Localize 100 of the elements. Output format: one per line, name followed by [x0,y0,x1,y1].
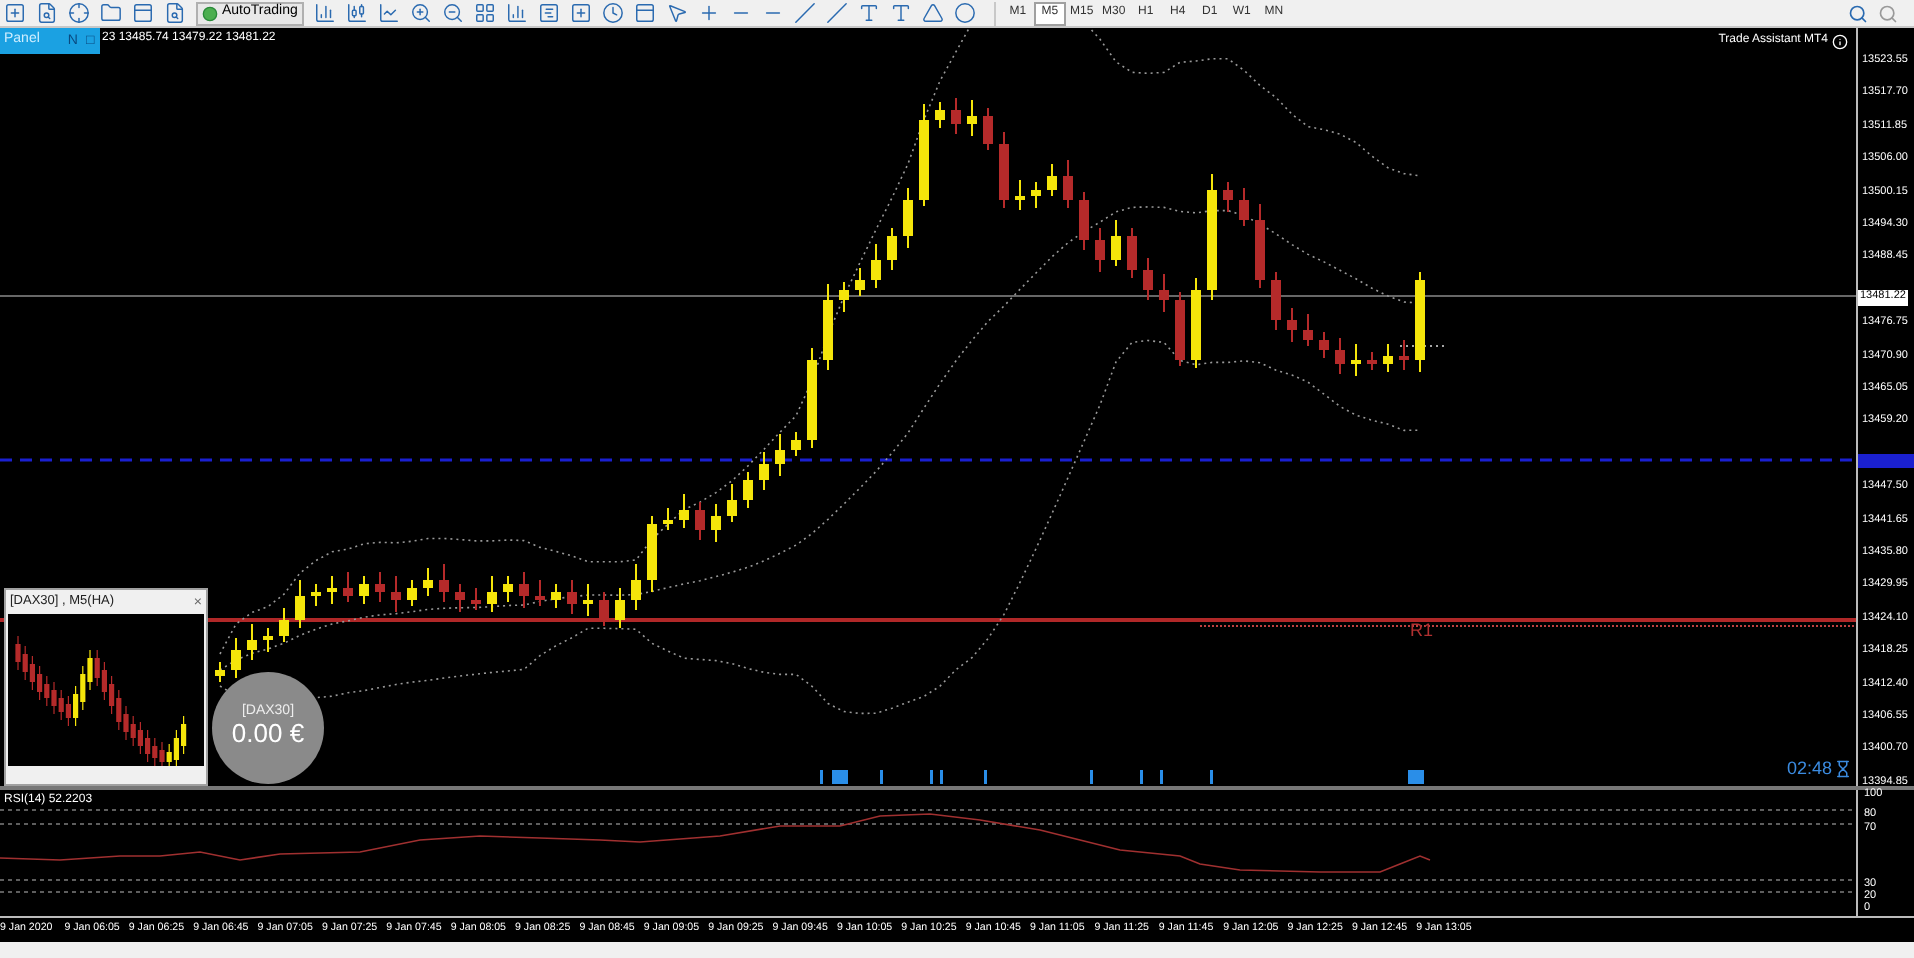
search-icon[interactable] [1848,3,1868,23]
clock-icon[interactable] [601,2,624,24]
candle [1175,291,1185,367]
hourglass-icon [1834,760,1852,778]
candle [903,187,913,249]
candle [807,347,817,449]
triangle-icon[interactable] [921,2,944,24]
candle [247,623,257,661]
window-icon[interactable] [132,2,154,24]
candlestick-icon[interactable] [345,2,368,24]
candle [327,575,337,605]
candle [663,507,673,531]
candle [743,471,753,509]
candle [887,227,897,271]
candle [1255,203,1265,289]
candle [919,103,929,207]
candle [679,493,689,529]
candle [871,243,881,289]
new-chart-icon[interactable] [4,2,26,24]
candle [951,97,961,135]
crosshair-icon[interactable] [68,2,90,24]
candle [471,587,481,611]
candle [1191,277,1201,369]
candle [279,607,289,643]
candle [375,571,385,603]
candle [343,571,353,603]
candle [1399,339,1409,371]
candle [231,637,241,679]
candle [631,563,641,611]
candle [295,579,305,629]
candle [1335,337,1345,375]
candle [1159,273,1169,313]
text-icon[interactable] [857,2,880,24]
document-icon[interactable] [36,2,58,24]
candle [759,451,769,491]
scroll-chart-icon[interactable] [505,2,528,24]
cursor-icon[interactable] [665,2,688,24]
candle [439,563,449,603]
candle [215,661,225,683]
candle [567,579,577,615]
candle [1319,331,1329,359]
trendline-icon[interactable] [793,2,816,24]
candle [503,575,513,603]
candle [487,575,497,613]
candle [1063,159,1073,209]
pivot-label: R1 [1410,622,1434,640]
candle [791,431,801,457]
info-icon[interactable] [1832,33,1848,49]
tile-icon[interactable] [473,2,496,24]
candle [1095,227,1105,273]
candle [311,583,321,607]
file-search-icon[interactable] [164,2,186,24]
candle [1015,179,1025,211]
candle [615,587,625,629]
candle [359,575,369,605]
label-icon[interactable] [889,2,912,24]
candle [1207,173,1217,301]
candle [599,591,609,627]
candle [855,267,865,297]
candle [1303,313,1313,347]
bar-chart-icon[interactable] [313,2,336,24]
candle [999,131,1009,209]
level-price-tag [1858,454,1914,468]
candle [711,503,721,543]
candle [1287,307,1297,343]
candle [1271,271,1281,331]
badge-value: 0.00 € [231,718,305,752]
candle [455,583,465,613]
crosshair-tool-icon[interactable] [697,2,720,24]
zoom-in-icon[interactable] [409,2,432,24]
candle [519,571,529,609]
candle [423,567,433,597]
candle [1143,257,1153,301]
candle [967,99,977,137]
candle [1111,219,1121,267]
candle [935,101,945,129]
candle [1223,181,1233,213]
candle [1383,343,1393,373]
line-chart-icon[interactable] [377,2,400,24]
candle [1127,227,1137,279]
candle [647,515,657,593]
countdown-timer: 02:48 [1786,760,1832,778]
candle [983,107,993,151]
community-icon[interactable] [1878,3,1898,23]
candle [1239,187,1249,227]
folder-icon[interactable] [100,2,122,24]
candle [583,583,593,617]
template-icon[interactable] [633,2,656,24]
indicator-icon[interactable] [569,2,592,24]
candle [1415,271,1425,373]
candle [407,579,417,607]
candle [1367,351,1377,371]
candle [727,483,737,523]
ellipse-icon[interactable] [953,2,976,24]
zoom-out-icon[interactable] [441,2,464,24]
candle [1351,343,1361,377]
candle [775,433,785,477]
candle [839,281,849,313]
candle [823,283,833,371]
candle [1031,181,1041,209]
